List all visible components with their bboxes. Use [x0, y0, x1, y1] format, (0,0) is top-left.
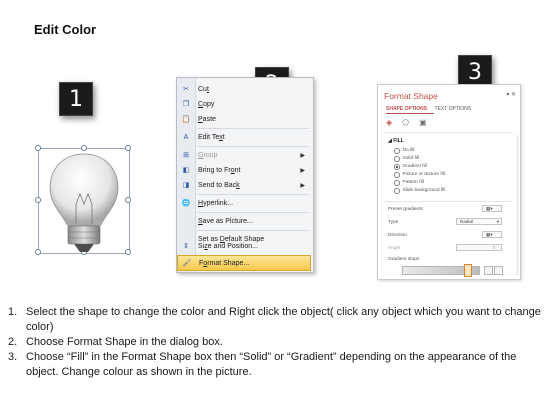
active-tab-indicator [386, 113, 434, 114]
send-to-back-icon: ◨ [182, 182, 190, 189]
type-dropdown[interactable]: Radial ▾ [456, 218, 502, 225]
menu-item-format-shape[interactable]: 🖌 Format Shape... [177, 255, 311, 271]
direction-dropdown[interactable]: ▦▾ [482, 231, 502, 238]
size-properties-icon[interactable]: ▣ [419, 118, 427, 127]
context-menu: ✂ Cut ❐ Copy 📋 Paste A Edit Text ⊞ Group… [176, 77, 314, 273]
paste-icon: 📋 [181, 116, 191, 123]
edit-text-icon: A [183, 133, 189, 141]
dropdown-icon[interactable]: ▾ [506, 92, 509, 98]
gradient-stop-handle[interactable] [464, 264, 472, 277]
copy-icon: ❐ [182, 101, 190, 108]
radio-icon [394, 172, 400, 178]
radio-selected-icon [394, 164, 400, 170]
type-label: Type [388, 220, 399, 225]
page-title: Edit Color [34, 22, 97, 37]
group-icon: ⊞ [183, 152, 189, 159]
tab-text-options[interactable]: TEXT OPTIONS [435, 106, 472, 112]
format-shape-icon: 🖌 [182, 260, 192, 267]
scissors-icon: ✂ [183, 86, 189, 93]
divider [384, 132, 512, 133]
menu-item-edit-text[interactable]: A Edit Text [177, 130, 311, 144]
gradient-stops-label: Gradient stops [388, 257, 420, 262]
menu-separator [197, 212, 309, 213]
menu-item-group[interactable]: ⊞ Group ▶ [177, 148, 311, 162]
preset-gradients-dropdown[interactable]: ▦▾ [482, 205, 502, 212]
option-no-fill[interactable]: No fill [394, 148, 415, 154]
step-badge-1: 1 [59, 82, 93, 116]
menu-item-cut[interactable]: ✂ Cut [177, 82, 311, 96]
light-bulb-shape[interactable] [35, 145, 131, 260]
remove-stop-icon[interactable] [494, 266, 503, 275]
instruction-step: 1. Select the shape to change the color … [8, 306, 541, 333]
menu-item-hyperlink[interactable]: 🌐 Hyperlink... [177, 196, 311, 210]
add-stop-icon[interactable] [484, 266, 493, 275]
angle-input[interactable]: 0° [456, 244, 502, 251]
radio-icon [394, 180, 400, 186]
menu-item-bring-to-front[interactable]: ◧ Bring to Front ▶ [177, 163, 311, 177]
option-slide-background-fill[interactable]: Slide background fill [394, 188, 445, 194]
direction-label: Direction [388, 233, 407, 238]
submenu-arrow-icon: ▶ [300, 182, 305, 189]
menu-item-size-and-position[interactable]: ⇕ Size and Position... [177, 239, 311, 253]
scrollbar[interactable] [516, 135, 519, 275]
menu-separator [197, 194, 309, 195]
hyperlink-icon: 🌐 [181, 200, 191, 207]
light-bulb-icon [49, 153, 119, 252]
format-shape-pane: Format Shape ▾ ✕ SHAPE OPTIONS TEXT OPTI… [377, 84, 521, 280]
tab-shape-options[interactable]: SHAPE OPTIONS [386, 106, 427, 112]
radio-icon [394, 188, 400, 194]
chevron-down-icon: ▾ [496, 218, 499, 224]
menu-item-paste[interactable]: 📋 Paste [177, 112, 311, 126]
menu-item-save-as-picture[interactable]: Save as Picture... [177, 214, 311, 228]
instruction-step: 3. Choose “Fill” in the Format Shape box… [8, 351, 517, 378]
option-gradient-fill[interactable]: Gradient fill [394, 164, 427, 170]
radio-icon [394, 148, 400, 154]
menu-separator [197, 146, 309, 147]
option-solid-fill[interactable]: Solid fill [394, 156, 419, 162]
menu-separator [197, 128, 309, 129]
effects-icon[interactable]: ⬠ [402, 118, 409, 127]
menu-item-send-to-back[interactable]: ◨ Send to Back ▶ [177, 178, 311, 192]
bring-to-front-icon: ◧ [182, 167, 190, 174]
angle-label: Angle [388, 246, 401, 251]
fill-section-header[interactable]: FILL [393, 138, 404, 144]
preset-gradients-label: Preset gradients [388, 207, 423, 212]
fill-line-icon[interactable]: ◈ [386, 118, 392, 127]
submenu-arrow-icon: ▶ [300, 152, 305, 159]
format-shape-title: Format Shape [384, 91, 438, 101]
menu-item-copy[interactable]: ❐ Copy [177, 97, 311, 111]
radio-icon [394, 156, 400, 162]
menu-separator [197, 230, 309, 231]
size-position-icon: ⇕ [183, 243, 189, 250]
instruction-list: 1. Select the shape to change the color … [8, 305, 548, 380]
submenu-arrow-icon: ▶ [300, 167, 305, 174]
collapse-icon[interactable]: ◢ [388, 138, 392, 144]
option-pattern-fill[interactable]: Pattern fill [394, 180, 424, 186]
instruction-step: 2. Choose Format Shape in the dialog box… [8, 336, 223, 348]
divider [384, 201, 512, 202]
option-picture-fill[interactable]: Picture or texture fill [394, 172, 445, 178]
close-icon[interactable]: ✕ [511, 92, 516, 98]
